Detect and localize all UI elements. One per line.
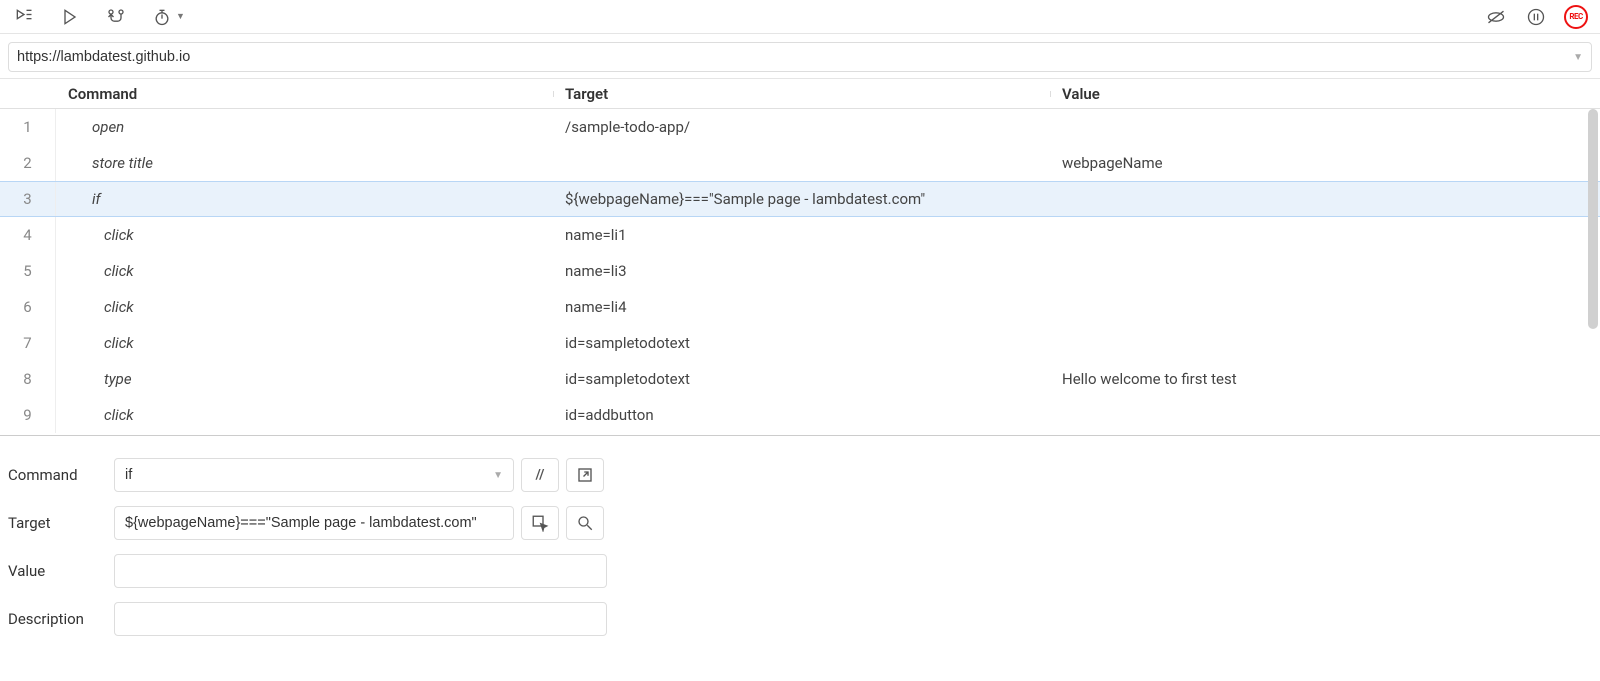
command-select-input[interactable] [125, 467, 503, 483]
row-number: 1 [0, 109, 56, 145]
cell-value: webpageName [1050, 154, 1600, 172]
header-command: Command [56, 85, 553, 103]
speed-button[interactable]: ▼ [150, 5, 185, 29]
slash-label: // [535, 467, 544, 483]
description-field[interactable] [125, 611, 596, 627]
editor-row-command: Command ▼ // [8, 458, 1592, 492]
editor-label-value: Value [8, 562, 114, 580]
row-number: 5 [0, 253, 56, 289]
table-row[interactable]: 9clickid=addbutton [0, 397, 1600, 433]
base-url-input[interactable]: ▼ [8, 42, 1592, 72]
cell-target: id=addbutton [553, 406, 1050, 424]
header-target: Target [553, 85, 1050, 103]
toggle-comment-button[interactable]: // [521, 458, 559, 492]
header-target-label: Target [565, 85, 608, 103]
cell-command: click [56, 298, 553, 316]
cell-target: ${webpageName}==="Sample page - lambdate… [553, 190, 1050, 208]
cell-command: store title [56, 154, 553, 172]
find-target-button[interactable] [566, 506, 604, 540]
row-number: 7 [0, 325, 56, 361]
table-row[interactable]: 1open/sample-todo-app/ [0, 109, 1600, 145]
disable-breakpoints-icon[interactable] [1484, 5, 1508, 29]
header-value: Value [1050, 85, 1600, 103]
row-number: 6 [0, 289, 56, 325]
row-number: 3 [0, 182, 56, 216]
cell-command: if [56, 190, 553, 208]
editor-panel: Command ▼ // Target Val [0, 435, 1600, 658]
editor-label-target: Target [8, 514, 114, 532]
table-row[interactable]: 4clickname=li1 [0, 217, 1600, 253]
record-label: REC [1569, 12, 1582, 21]
cell-target: name=li4 [553, 298, 1050, 316]
table-row[interactable]: 3if${webpageName}==="Sample page - lambd… [0, 181, 1600, 217]
cell-value: Hello welcome to first test [1050, 370, 1600, 388]
header-command-label: Command [68, 85, 137, 103]
chevron-down-icon[interactable]: ▼ [1567, 52, 1583, 63]
table-row[interactable]: 7clickid=sampletodotext [0, 325, 1600, 361]
open-new-window-button[interactable] [566, 458, 604, 492]
scrollbar-thumb[interactable] [1588, 109, 1598, 329]
cell-command: type [56, 370, 553, 388]
cell-target: id=sampletodotext [553, 334, 1050, 352]
editor-row-description: Description [8, 602, 1592, 636]
run-current-icon[interactable] [58, 5, 82, 29]
value-field[interactable] [125, 563, 596, 579]
cell-target: name=li1 [553, 226, 1050, 244]
table-body: 1open/sample-todo-app/2store title webpag… [0, 109, 1600, 435]
scrollbar[interactable] [1588, 109, 1598, 435]
command-select[interactable]: ▼ [114, 458, 514, 492]
toolbar: ▼ REC [0, 0, 1600, 34]
table-row[interactable]: 5clickname=li3 [0, 253, 1600, 289]
cell-target: /sample-todo-app/ [553, 118, 1050, 136]
cell-command: click [56, 262, 553, 280]
cell-command: open [56, 118, 553, 136]
target-input[interactable] [114, 506, 514, 540]
step-over-icon[interactable] [104, 5, 128, 29]
editor-label-command: Command [8, 466, 114, 484]
url-bar-wrap: ▼ [0, 34, 1600, 79]
chevron-down-icon: ▼ [493, 470, 503, 481]
toolbar-right: REC [1484, 5, 1588, 29]
chevron-down-icon: ▼ [176, 11, 185, 22]
editor-row-value: Value [8, 554, 1592, 588]
table-row[interactable]: 6clickname=li4 [0, 289, 1600, 325]
row-number: 9 [0, 397, 56, 433]
cell-target: id=sampletodotext [553, 370, 1050, 388]
header-value-label: Value [1062, 85, 1100, 103]
cell-command: click [56, 406, 553, 424]
run-all-icon[interactable] [12, 5, 36, 29]
description-input[interactable] [114, 602, 607, 636]
select-element-button[interactable] [521, 506, 559, 540]
pause-icon[interactable] [1524, 5, 1548, 29]
cell-command: click [56, 226, 553, 244]
toolbar-left: ▼ [12, 5, 185, 29]
table-headers: Command Target Value [0, 79, 1600, 109]
base-url-field[interactable] [17, 49, 1567, 65]
target-field[interactable] [125, 515, 503, 531]
cell-target: name=li3 [553, 262, 1050, 280]
editor-row-target: Target [8, 506, 1592, 540]
row-number: 2 [0, 145, 56, 181]
record-button[interactable]: REC [1564, 5, 1588, 29]
table-row[interactable]: 8typeid=sampletodotextHello welcome to f… [0, 361, 1600, 397]
value-input[interactable] [114, 554, 607, 588]
table-row[interactable]: 2store title webpageName [0, 145, 1600, 181]
cell-command: click [56, 334, 553, 352]
row-number: 4 [0, 217, 56, 253]
editor-label-description: Description [8, 610, 114, 628]
row-number: 8 [0, 361, 56, 397]
